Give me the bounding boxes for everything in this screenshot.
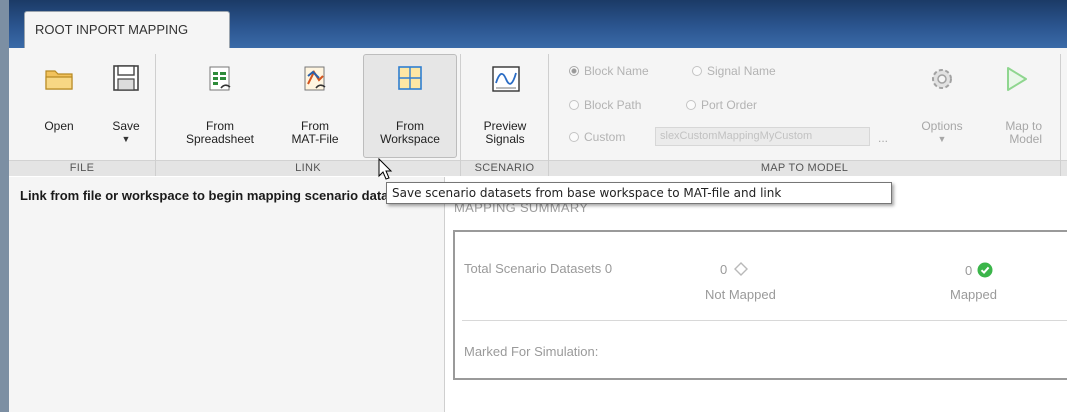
summary-divider [462,320,1067,321]
open-button[interactable]: Open [34,60,84,155]
mapped-label: Mapped [950,287,997,302]
map-to-model-button[interactable]: Map to Model [984,60,1048,155]
mat-file-link-icon [304,66,326,91]
from-spreadsheet-label-2: Spreadsheet [185,132,255,146]
options-label: Options [921,119,963,133]
marked-for-simulation-label: Marked For Simulation: [464,344,599,359]
group-label-map-to-model: MAP TO MODEL [549,160,1060,176]
save-label: Save [112,119,140,133]
preview-signals-button[interactable]: Preview Signals [470,60,540,155]
total-datasets-label: Total Scenario Datasets 0 [464,261,613,276]
group-separator [548,54,549,176]
from-mat-file-label-2: MAT-File [291,132,339,146]
radio-signal-name-label: Signal Name [707,64,776,78]
mapped-count: 0 [965,262,993,278]
workspace-grid-icon [398,66,422,90]
from-workspace-label-2: Workspace [380,132,440,146]
chevron-down-icon: ▼ [937,134,947,144]
folder-icon [45,70,73,90]
group-separator [460,54,461,176]
from-mat-file-button[interactable]: From MAT-File [282,60,348,155]
tab-root-inport-mapping[interactable]: ROOT INPORT MAPPING [24,11,230,48]
custom-mapping-field[interactable]: slexCustomMappingMyCustom [655,127,870,146]
diamond-icon [733,262,748,276]
from-workspace-button[interactable]: From Workspace [363,60,457,155]
radio-signal-name[interactable]: Signal Name [692,64,776,78]
radio-dot [692,66,702,76]
group-label-extra [1061,160,1067,176]
floppy-disk-icon [113,65,139,91]
check-circle-icon [977,262,993,278]
signal-preview-icon [492,66,520,92]
radio-dot [686,100,696,110]
radio-custom[interactable]: Custom [569,130,625,144]
group-label-file: FILE [9,160,155,176]
radio-dot-selected [569,66,579,76]
options-button[interactable]: Options ▼ [912,60,972,155]
radio-block-path[interactable]: Block Path [569,98,641,112]
browse-ellipsis-button[interactable]: ... [878,131,888,145]
from-workspace-tooltip: Save scenario datasets from base workspa… [386,182,892,204]
radio-dot [569,100,579,110]
gear-icon [932,69,952,89]
radio-block-path-label: Block Path [584,98,642,112]
radio-dot [569,132,579,142]
spreadsheet-link-icon [209,66,231,91]
radio-block-name-label: Block Name [584,64,649,78]
radio-block-name[interactable]: Block Name [569,64,649,78]
chevron-down-icon: ▼ [121,134,131,144]
group-label-link: LINK [156,160,460,176]
preview-signals-label-2: Signals [485,132,525,146]
not-mapped-count-value: 0 [720,262,728,277]
not-mapped-label: Not Mapped [705,287,776,302]
radio-port-order-label: Port Order [701,98,758,112]
radio-port-order[interactable]: Port Order [686,98,757,112]
window-left-edge [0,0,9,412]
empty-state-message: Link from file or workspace to begin map… [20,188,419,203]
save-button[interactable]: Save ▼ [103,60,149,155]
map-to-model-label-2: Model [1009,132,1042,146]
from-spreadsheet-button[interactable]: From Spreadsheet [172,60,268,155]
group-separator [1060,54,1061,176]
group-separator [155,54,156,176]
mapped-count-value: 0 [965,263,973,278]
open-label: Open [44,119,74,133]
group-label-scenario: SCENARIO [461,160,548,176]
radio-custom-label: Custom [584,130,626,144]
play-icon [1007,67,1027,91]
left-panel [9,177,445,412]
mouse-pointer-icon [378,158,393,180]
not-mapped-count: 0 [720,262,748,277]
